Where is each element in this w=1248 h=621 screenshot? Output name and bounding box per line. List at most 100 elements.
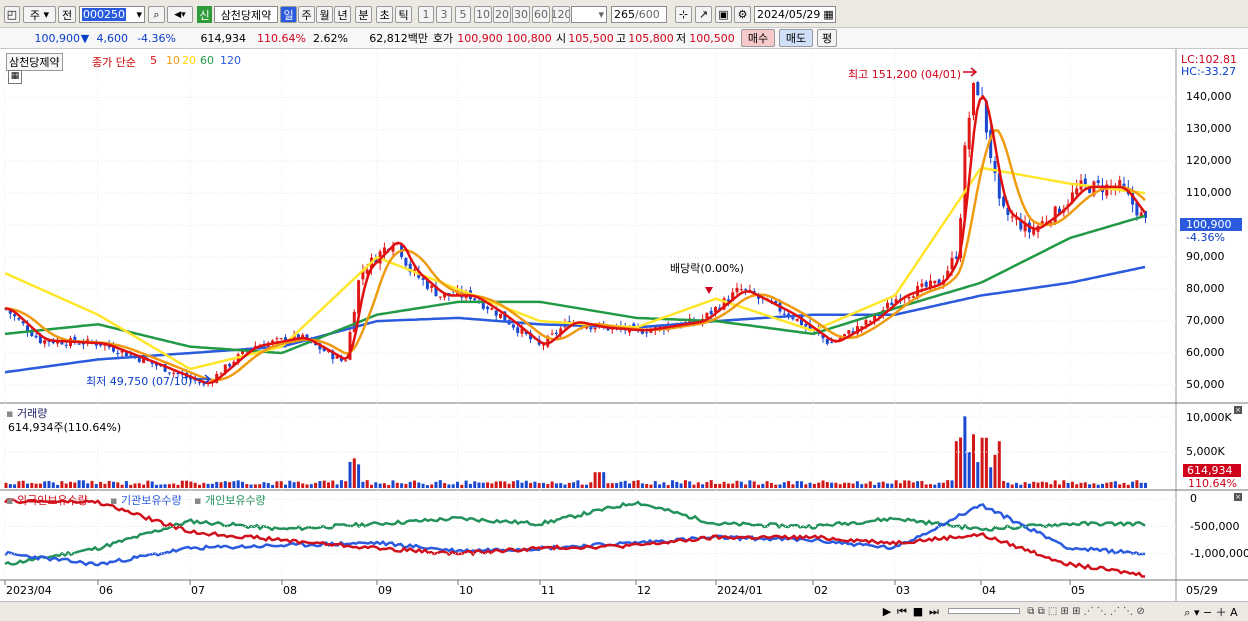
volume-bar <box>619 481 623 488</box>
count-total: /600 <box>635 8 660 21</box>
volume-bar <box>1049 484 1053 488</box>
eval-button[interactable]: 평 <box>817 29 837 47</box>
date-field[interactable]: 2024/05/29 ▦ <box>754 6 836 23</box>
interval-tab[interactable]: 월 <box>316 6 333 23</box>
count-field[interactable]: 265/600 <box>611 6 667 23</box>
volume-bar <box>903 480 907 488</box>
interval-tab[interactable]: 틱 <box>395 6 412 23</box>
holding-series-name: 외국인보유수량 <box>16 494 88 507</box>
table-icon[interactable]: ▦ <box>8 70 22 84</box>
close-holding-icon[interactable]: × <box>1234 493 1242 501</box>
buy-button[interactable]: 매수 <box>741 29 775 47</box>
high-label: 고 <box>615 32 627 45</box>
volume-bar <box>279 481 283 488</box>
volume-bar <box>163 484 167 488</box>
number-tab[interactable]: 10 <box>474 6 492 23</box>
gear-icon[interactable]: ⚙ <box>734 6 751 23</box>
ma-period-label: 20 <box>182 54 196 67</box>
chart-area[interactable]: 삼천당제약 종가 단순 5 10 20 60 120 ▦ LC:102.81 HC:-3… <box>0 49 1248 601</box>
price-y-tick: 60,000 <box>1186 346 1225 360</box>
period-mode-button[interactable]: 전 <box>58 6 76 23</box>
zoom-tools[interactable]: ⌕ ▾ − ＋ A <box>1178 604 1244 619</box>
dividend-annotation: 배당락(0.00%) <box>670 262 744 275</box>
ask-price: 100,900 <box>457 31 503 45</box>
volume-bar <box>189 481 193 488</box>
volume-bar <box>1027 483 1031 488</box>
close-volume-icon[interactable]: × <box>1234 406 1242 414</box>
candle-body <box>490 308 494 310</box>
volume-bar <box>890 483 894 488</box>
volume-bar <box>38 483 42 488</box>
candle-body <box>843 334 846 337</box>
high-price: 105,800 <box>628 31 674 45</box>
volume-bar <box>537 483 541 488</box>
number-tab[interactable]: 120 <box>552 6 570 23</box>
code-input[interactable]: 000250 ▾ <box>79 6 145 23</box>
first-icon[interactable]: ⏮ <box>895 604 909 619</box>
volume-bar <box>671 480 674 488</box>
number-tab[interactable]: 20 <box>493 6 511 23</box>
stop-icon[interactable]: ■ <box>911 604 925 619</box>
ma-period-label: 5 <box>150 54 157 67</box>
volume-bar <box>774 484 778 488</box>
bottom-toolbar: ▶ ⏮ ■ ⏭ ⧉ ⧉ ⬚ ⊞ ⊞ ⋰ ⋱ ⋰ ⋱ ⊘ ⌕ ▾ − ＋ A <box>0 601 1248 621</box>
market-select[interactable]: 주 ▾ <box>23 6 56 23</box>
volume-bar <box>21 480 25 488</box>
volume-bar <box>554 483 558 488</box>
interval-tab[interactable]: 주 <box>298 6 315 23</box>
number-tab[interactable]: 60 <box>532 6 550 23</box>
volume-bar <box>597 472 601 488</box>
interval-tab[interactable]: 년 <box>334 6 351 23</box>
sell-button[interactable]: 매도 <box>779 29 813 47</box>
volume-bar <box>855 481 859 488</box>
last-icon[interactable]: ⏭ <box>927 604 941 619</box>
number-tab[interactable]: 5 <box>455 6 471 23</box>
speaker-icon[interactable]: ◀▾ <box>167 6 193 23</box>
candle-body <box>795 318 799 321</box>
hc-label: HC:-33.27 <box>1181 65 1237 78</box>
window-icon[interactable]: ◰ <box>4 6 20 23</box>
interval-tab[interactable]: 초 <box>376 6 393 23</box>
draw-icon[interactable]: ↗ <box>695 6 712 23</box>
volume-bar <box>692 484 696 488</box>
drawing-tools[interactable]: ⧉ ⧉ ⬚ ⊞ ⊞ ⋰ ⋱ ⋰ ⋱ ⊘ <box>1026 604 1146 619</box>
volume-bar <box>241 481 244 488</box>
candle-body <box>550 333 554 335</box>
volume-bar <box>1058 484 1061 488</box>
crosshair-icon[interactable]: ⊹ <box>675 6 692 23</box>
volume-bar <box>447 484 451 488</box>
volume-bar <box>821 480 825 488</box>
volume-bar <box>765 481 769 488</box>
number-tab[interactable]: 30 <box>512 6 530 23</box>
price-panel-title[interactable]: 삼천당제약 <box>6 53 63 71</box>
search-icon[interactable]: ⌕ <box>148 6 165 23</box>
interval-tab[interactable]: 일 <box>280 6 297 23</box>
candle-body <box>709 310 713 315</box>
volume-bar <box>26 483 29 488</box>
number-tab[interactable]: 3 <box>436 6 452 23</box>
volume-bar <box>787 480 791 488</box>
volume-bar <box>778 484 782 488</box>
volume-bar <box>99 481 103 488</box>
number-tab[interactable]: 1 <box>418 6 434 23</box>
volume-bar <box>1083 482 1087 488</box>
candle-body <box>275 338 279 340</box>
scroll-right-icon[interactable]: ▶ <box>880 604 894 619</box>
calendar-icon[interactable]: ▦ <box>823 8 833 21</box>
stock-chart[interactable] <box>0 49 1248 601</box>
interval-tab[interactable]: 분 <box>355 6 372 23</box>
stock-name[interactable]: 삼천당제약 <box>214 6 278 23</box>
new-badge: 신 <box>197 6 212 23</box>
volume-bar <box>572 482 576 488</box>
range-select[interactable]: ▾ <box>571 6 607 23</box>
volume-bar <box>808 482 812 488</box>
volume-bar <box>593 472 597 488</box>
volume-bar <box>507 483 511 488</box>
volume-bar <box>60 481 64 488</box>
save-icon[interactable]: ▣ <box>715 6 732 23</box>
volume-bar <box>563 484 567 488</box>
zoom-slider[interactable] <box>948 608 1020 614</box>
candle-body <box>1118 180 1122 187</box>
volume-bar <box>967 452 971 488</box>
volume-bar <box>73 482 77 488</box>
